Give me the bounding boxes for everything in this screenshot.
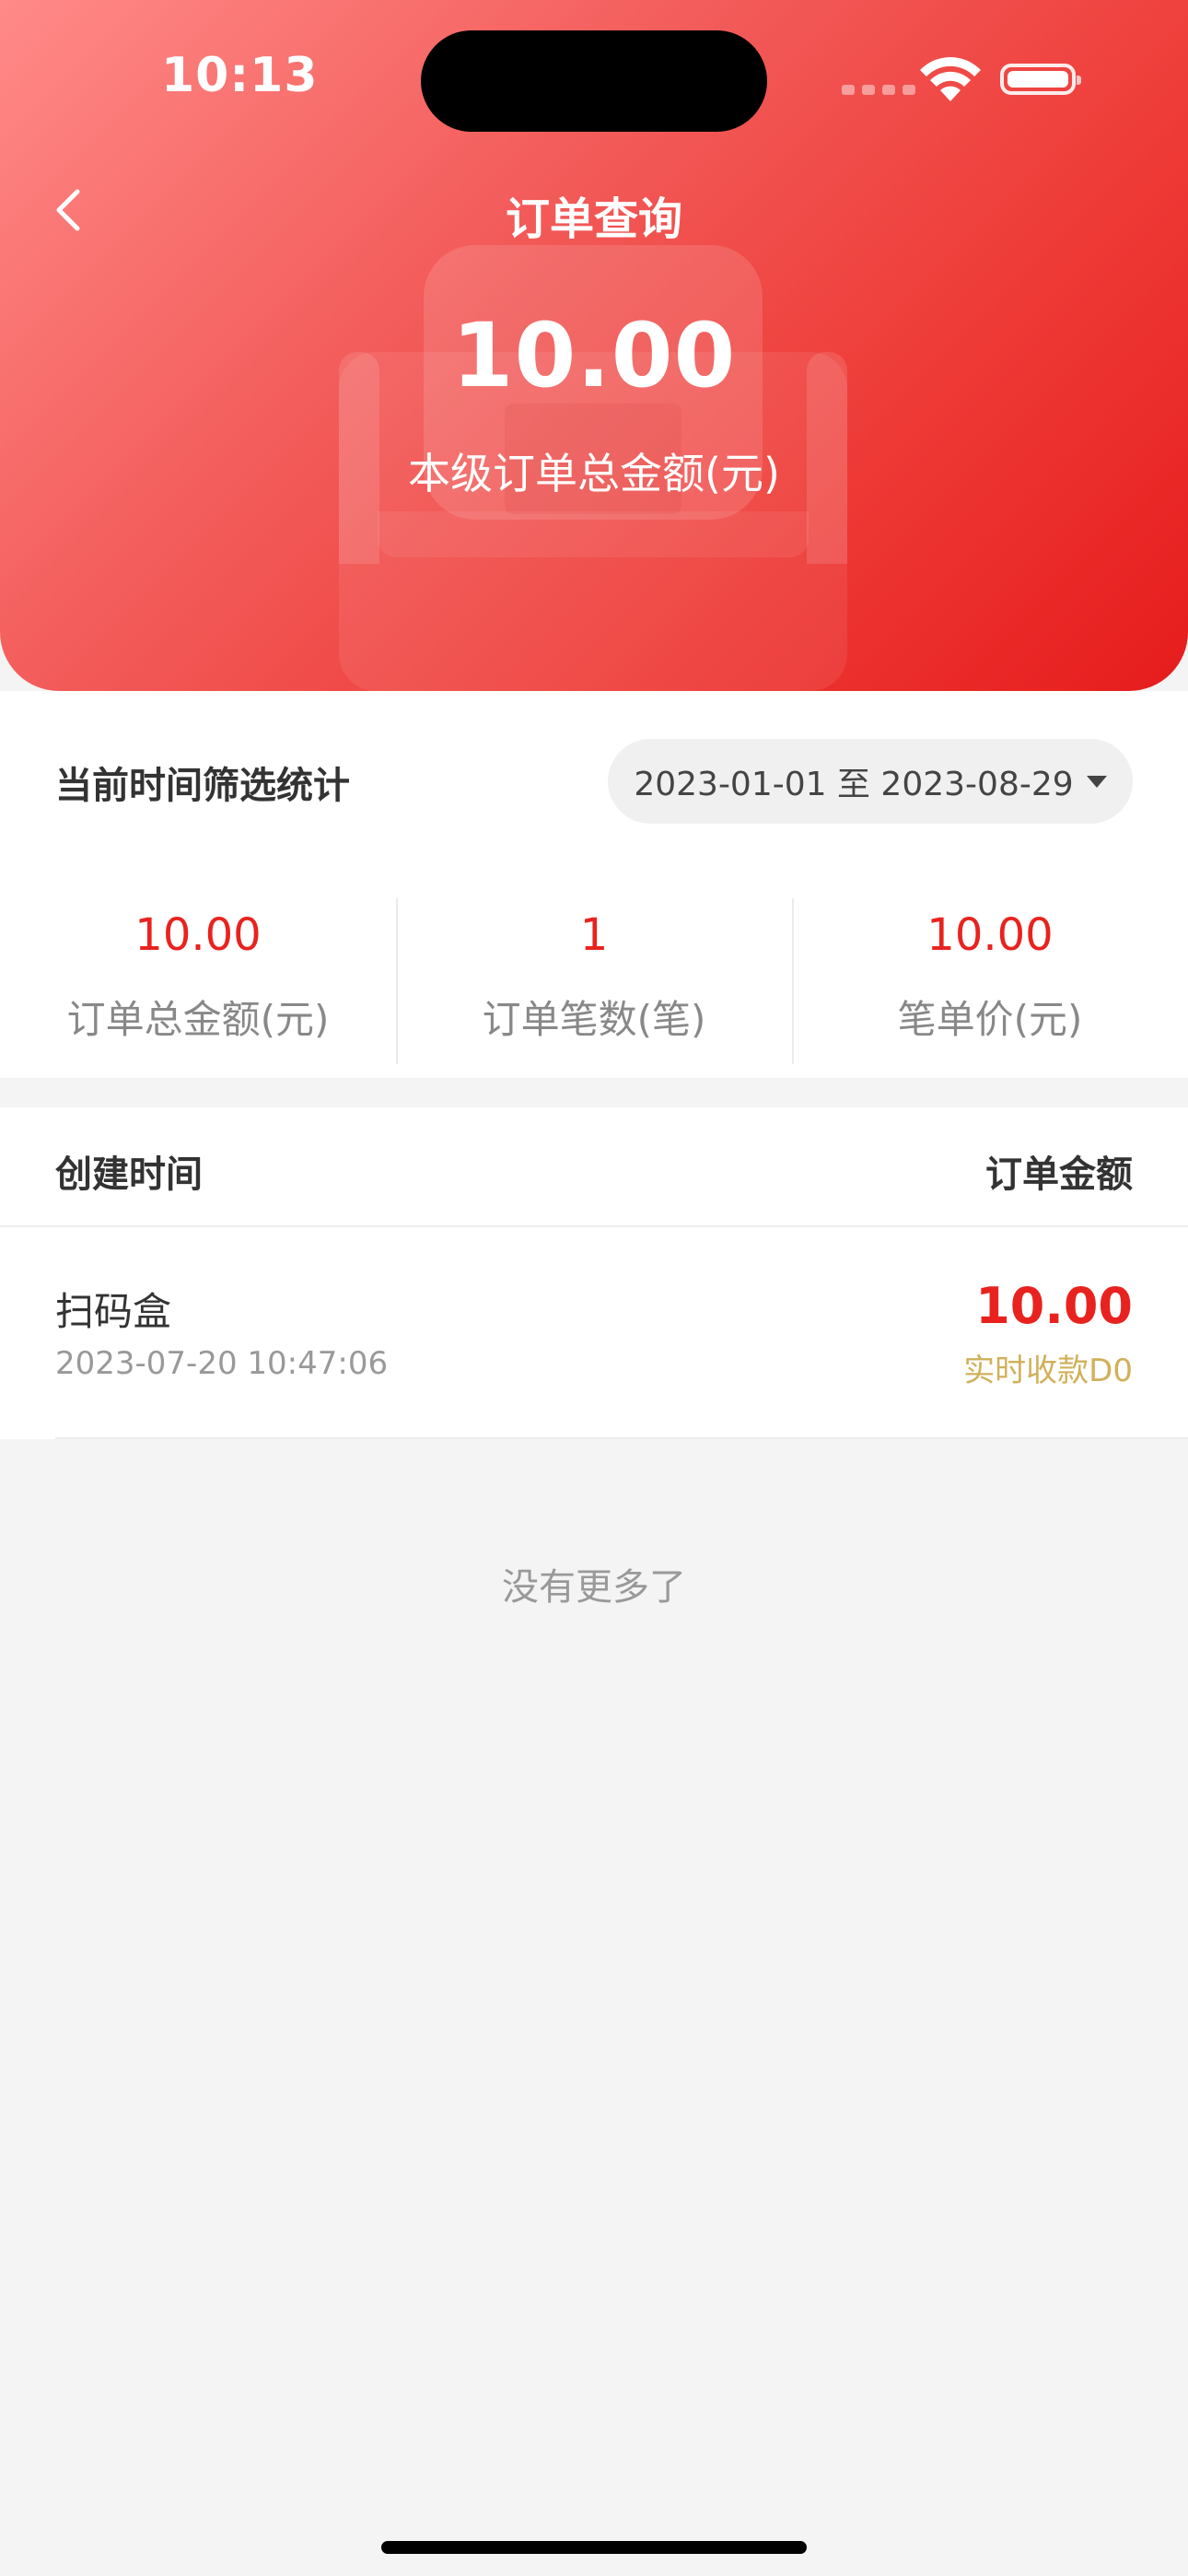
stat-value: 1: [579, 909, 609, 961]
order-settlement-type: 实时收款D0: [963, 1352, 1133, 1389]
wifi-icon: [920, 57, 981, 101]
stats-row: 10.00 订单总金额(元) 1 订单笔数(笔) 10.00 笔单价(元): [0, 898, 1188, 1064]
date-range-text: 2023-01-01 至 2023-08-29: [634, 766, 1074, 803]
total-amount-label: 本级订单总金额(元): [408, 449, 780, 498]
home-indicator[interactable]: [381, 2541, 807, 2554]
status-bar-time: 10:13: [161, 48, 319, 103]
stat-unit-price: 10.00 笔单价(元): [792, 898, 1188, 1064]
stat-label: 笔单价(元): [897, 997, 1083, 1042]
page-title: 订单查询: [505, 193, 682, 245]
filter-title: 当前时间筛选统计: [55, 765, 350, 807]
stat-value: 10.00: [134, 909, 262, 961]
column-order-amount: 订单金额: [985, 1153, 1133, 1196]
order-device-name: 扫码盒: [55, 1289, 172, 1334]
total-amount-value: 10.00: [451, 304, 737, 407]
stat-label: 订单总金额(元): [66, 997, 330, 1042]
order-created-time: 2023-07-20 10:47:06: [55, 1345, 389, 1382]
stat-value: 10.00: [926, 909, 1054, 961]
stat-order-count: 1 订单笔数(笔): [396, 898, 792, 1064]
filter-section: 当前时间筛选统计 2023-01-01 至 2023-08-29 10.00 订…: [0, 691, 1188, 1078]
battery-icon: [1000, 64, 1081, 95]
column-created-time: 创建时间: [55, 1153, 203, 1196]
cellular-signal-icon: [842, 85, 915, 95]
stat-label: 订单笔数(笔): [482, 997, 706, 1042]
row-divider: [55, 1437, 1188, 1439]
caret-down-icon: [1086, 775, 1107, 788]
dynamic-island: [421, 30, 767, 132]
date-range-picker[interactable]: 2023-01-01 至 2023-08-29: [608, 739, 1133, 824]
header-banner: 10:13 订单查询 10.00 本级订单总金额(元): [0, 0, 1188, 691]
order-amount: 10.00: [975, 1277, 1133, 1335]
list-header: 创建时间 订单金额: [0, 1107, 1188, 1227]
no-more-text: 没有更多了: [502, 1566, 686, 1609]
order-list-item[interactable]: 扫码盒 2023-07-20 10:47:06 10.00 实时收款D0: [0, 1227, 1188, 1439]
stat-total-amount: 10.00 订单总金额(元): [0, 898, 396, 1064]
